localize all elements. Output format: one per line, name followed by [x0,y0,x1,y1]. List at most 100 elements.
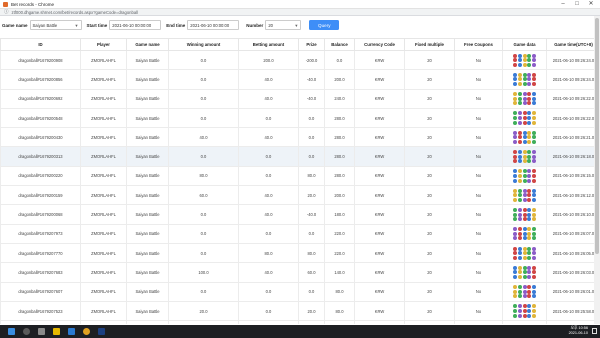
cell-game-data[interactable] [502,320,547,324]
column-header[interactable]: Player [80,38,127,51]
search-icon[interactable] [23,328,30,335]
vertical-scrollbar[interactable] [594,16,600,324]
taskbar-clock[interactable]: 오후 10:56 2021-06-10 [569,326,588,336]
game-data-icons[interactable] [513,92,536,106]
game-data-icons[interactable] [513,130,536,144]
game-data-icons[interactable] [513,246,536,260]
cell-id: dragonball#1679200692 [0,88,81,109]
insecure-info-icon[interactable]: ⓘ [4,9,9,15]
cell-game-data[interactable] [502,88,547,109]
column-header[interactable]: Winning amount [168,38,239,51]
table-row[interactable]: dragonball#1679200856 ZMORLAHFL Saiyan Bat… [0,69,594,90]
start-time-input[interactable]: 2021-06-10 00:00:00 [109,20,162,30]
cell-game-data[interactable] [502,185,547,206]
symbol-icon [527,255,532,260]
game-data-icons[interactable] [513,188,536,202]
cell-game-data[interactable] [502,223,547,244]
symbol-icon [527,188,532,193]
minimize-icon[interactable]: – [556,0,570,9]
symbol-icon [527,275,532,279]
game-data-icons[interactable] [513,304,536,318]
table-row[interactable]: dragonball#1679200220 ZMORLAHFL Saiyan Bat… [0,165,594,187]
browser-titlebar: Bet records - Chrome – □ ✕ [0,0,600,9]
end-time-input[interactable]: 2021-06-10 00:00:00 [187,20,240,30]
table-row[interactable]: dragonball#1679207399ZMORLAHFLSaiyan Bat… [0,320,594,324]
column-header[interactable]: Betting amount [238,38,299,51]
cell-game-data[interactable] [502,165,547,187]
cell-game-data[interactable] [502,281,547,302]
table-row[interactable]: dragonball#1679207973 ZMORLAHFL Saiyan Bat… [0,223,594,244]
game-data-icons[interactable] [513,72,536,87]
column-header[interactable]: ID [0,38,81,51]
table-row[interactable]: dragonball#1679207770 ZMORLAHFL Saiyan Bat… [0,242,594,264]
table-row[interactable]: dragonball#1679200430 ZMORLAHFL Saiyan Bat… [0,127,594,148]
symbol-icon [522,270,527,275]
game-data-icons[interactable] [513,227,536,241]
game-data-icons[interactable] [513,53,536,67]
game-data-icons[interactable] [513,111,536,125]
cell-game-data[interactable] [502,127,547,148]
chrome-icon[interactable] [83,328,90,335]
cell-game-data[interactable] [502,146,547,167]
column-header[interactable]: Balance [324,38,355,51]
url-text[interactable]: ztf000.dhgame.shrnet.com/bet/records.asp… [12,10,139,15]
start-menu-icon[interactable] [8,328,15,335]
column-header[interactable]: Prize [298,38,325,51]
cell-game-data[interactable] [502,49,547,71]
game-name-select[interactable]: Saiyan Battle ▼ [29,20,82,30]
table-row[interactable]: dragonball#1679200068 ZMORLAHFL Saiyan Bat… [0,204,594,225]
cell-game-data[interactable] [502,204,547,225]
scrollbar-thumb[interactable] [595,18,599,254]
game-data-icons[interactable] [513,150,536,164]
address-bar[interactable]: ⓘ ztf000.dhgame.shrnet.com/bet/records.a… [0,9,600,16]
table-row[interactable]: dragonball#1679200159 ZMORLAHFL Saiyan Bat… [0,185,594,206]
symbol-icon [513,58,518,63]
symbol-icon [527,120,532,125]
cell-game-data[interactable] [502,107,547,129]
cell-player: ZMORLAHFL [80,49,127,71]
app-icon[interactable] [98,328,105,335]
number-select[interactable]: 20 ▼ [265,20,302,30]
cell-game-data[interactable] [502,300,547,322]
table-row[interactable]: dragonball#1679200313 ZMORLAHFL Saiyan Bat… [0,146,594,167]
game-data-icons[interactable] [513,169,536,183]
symbol-icon [522,251,527,256]
column-header[interactable]: Game data [502,38,547,51]
column-header[interactable]: Free Coupons [454,38,503,51]
table-row[interactable]: dragonball#1679200692 ZMORLAHFL Saiyan Bat… [0,88,594,109]
table-row[interactable]: dragonball#1679207607 ZMORLAHFL Saiyan Bat… [0,281,594,302]
cell-prize: 80.0 [298,242,325,264]
game-data-icons[interactable] [513,285,536,299]
game-data-icons[interactable] [513,265,536,279]
column-header[interactable]: Game time(UTC+8) [546,38,594,51]
end-time-value: 2021-06-10 00:00:00 [190,22,230,28]
maximize-icon[interactable]: □ [570,0,584,9]
task-view-icon[interactable] [38,328,45,335]
file-explorer-icon[interactable] [53,328,60,335]
notification-icon[interactable] [592,328,597,334]
symbol-icon [517,101,522,106]
cell-game-name: Saiyan Battle [126,146,169,167]
cell-game-data[interactable] [502,242,547,264]
cell-prize: 0.0 [298,223,325,244]
cell-game-data[interactable] [502,262,547,283]
column-header[interactable]: Game name [126,38,169,51]
game-data-icons[interactable] [513,207,536,222]
cell-id: dragonball#1679200220 [0,165,81,187]
table-row[interactable]: dragonball#1679207683 ZMORLAHFL Saiyan Bat… [0,262,594,283]
table-row[interactable]: dragonball#1679200908 ZMORLAHFL Saiyan Bat… [0,49,594,71]
query-button[interactable]: Query [309,20,340,30]
cell-game-data[interactable] [502,69,547,90]
cell-currency-code: KRW [354,88,405,109]
symbol-icon [517,96,522,101]
symbol-icon [527,101,532,106]
table-row[interactable]: dragonball#1679207523 ZMORLAHFL Saiyan Bat… [0,300,594,322]
cell-id: dragonball#1679200856 [0,69,81,90]
table-row[interactable]: dragonball#1679200548 ZMORLAHFL Saiyan Bat… [0,107,594,129]
close-icon[interactable]: ✕ [584,0,598,9]
edge-browser-icon[interactable] [68,328,75,335]
symbol-icon [531,173,536,178]
column-header[interactable]: Fixed multiple [404,38,455,51]
column-header[interactable]: Currency Code [354,38,405,51]
cell-currency-code: KRW [354,69,405,90]
